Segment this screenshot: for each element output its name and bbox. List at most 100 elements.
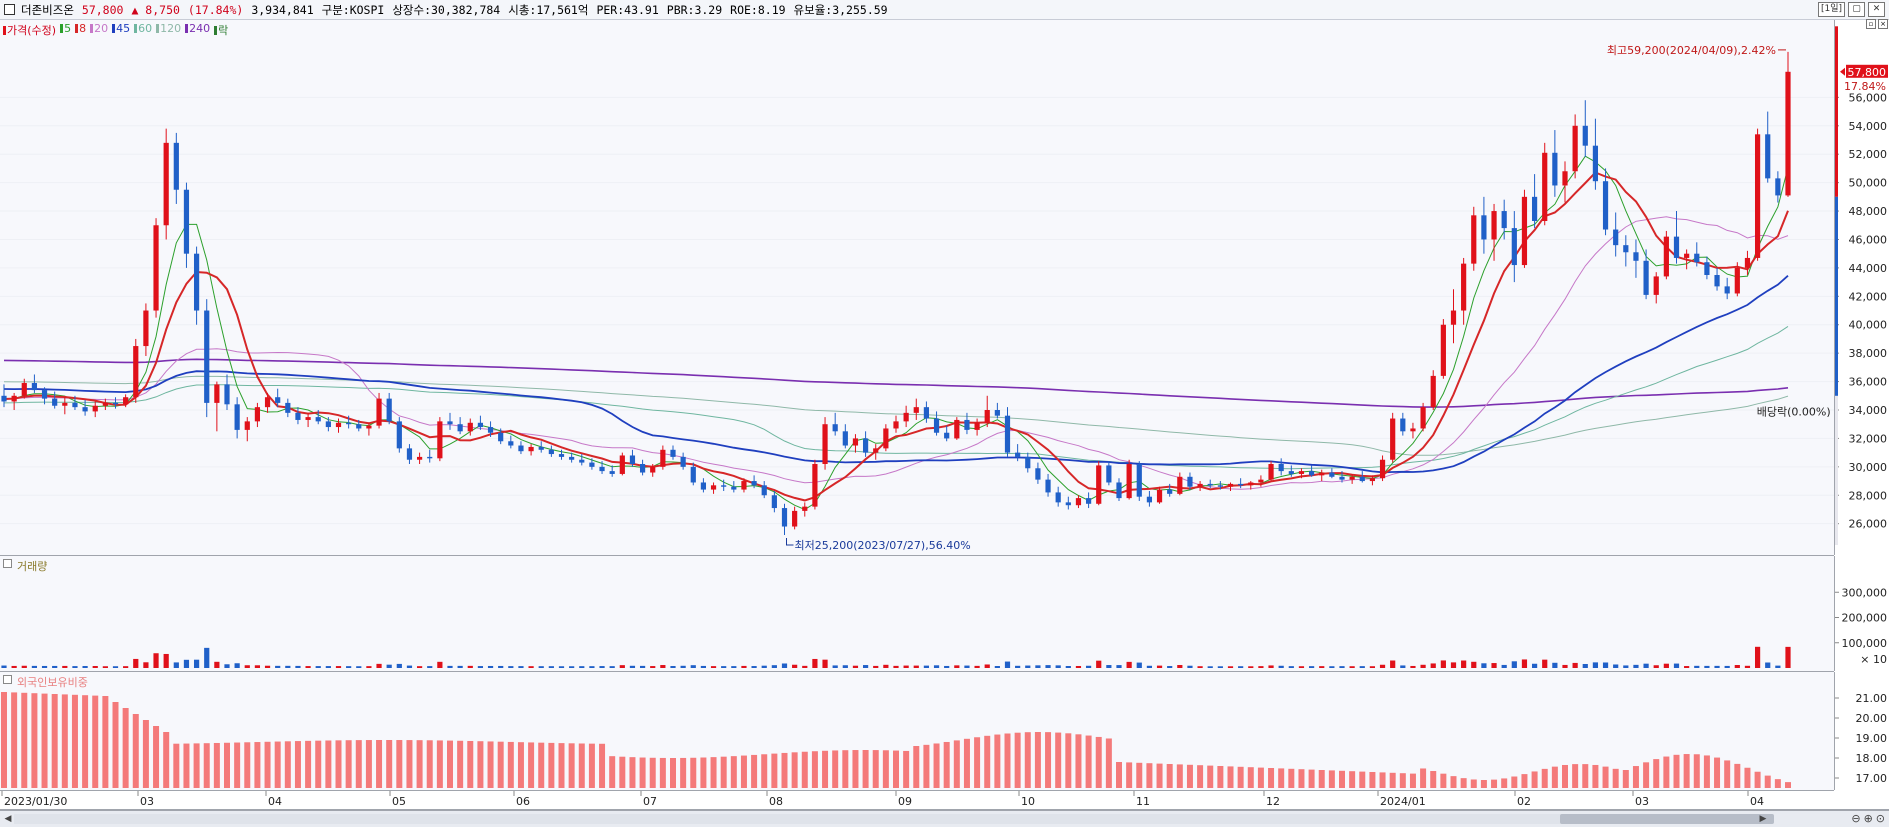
period-selector[interactable]: [1일] [1817,2,1845,17]
stock-name[interactable]: 더존비즈온 [21,2,74,18]
candle-body [1653,276,1659,295]
volume-bar [569,666,575,668]
volume-bar [295,665,301,668]
foreign-bar [1470,779,1477,788]
candle-body [1187,476,1193,487]
scroll-bar[interactable]: ◀ ▶ ⊖ ⊕ ⊙ [0,810,1889,827]
legend-ma-8[interactable]: 8 [75,22,86,38]
candle-body [396,421,402,449]
foreign-bar [365,740,372,788]
legend-ma-5[interactable]: 5 [60,22,71,38]
volume-bar [933,665,940,668]
legend-ma-20[interactable]: 20 [90,22,108,38]
foreign-bar [609,756,616,788]
foreign-bar [1592,764,1599,788]
foreign-bar [1501,778,1508,788]
foreign-bar [1389,772,1396,788]
foreign-bar [893,750,899,788]
volume-bar [1055,665,1061,668]
price-tick-label: 34,000 [1849,404,1888,417]
foreign-bar [588,743,595,788]
volume-bar [1278,665,1284,668]
foreign-bar [1014,732,1021,788]
volume-bar [325,666,331,668]
volume-bar [862,665,869,668]
scroll-thumb[interactable] [1560,814,1774,824]
volume-panel[interactable]: 거래량 [0,556,1834,672]
candle-body [964,419,970,430]
foreign-bar [811,751,818,788]
legend-ma-45[interactable]: 45 [112,22,130,38]
foreign-bar [963,738,970,788]
volume-bar [1653,665,1659,668]
foreign-bar [639,757,646,788]
scroll-track[interactable] [14,814,1769,824]
foreign-bar [1268,768,1275,788]
candle-body [295,412,301,420]
foreign-bar [1298,769,1305,788]
current-price-pointer [1840,67,1845,76]
foreign-bar [1136,762,1143,788]
candle-body [599,466,605,472]
zoom-out-icon[interactable]: ⊖ [1851,812,1860,825]
scroll-left-icon[interactable]: ◀ [2,813,14,825]
candle-body [254,407,261,422]
legend-ma-120[interactable]: 120 [156,22,181,38]
candle-body [183,189,190,254]
legend-ma-60[interactable]: 60 [134,22,152,38]
candle-body [974,422,980,430]
foreign-bar [1531,771,1538,788]
candle-body [538,446,544,450]
volume-bar [1673,663,1680,668]
candle-body [173,142,179,190]
legend-ma-락[interactable]: 락 [214,22,228,38]
foreign-bar [1754,771,1761,788]
foreign-chart[interactable] [0,672,1834,790]
price-up-range [1835,26,1838,197]
volume-bar [1308,666,1315,668]
volume-bar [1420,664,1426,668]
volume-axis-labels: 300,000 200,000 100,000 × 10 [1835,586,1888,666]
foreign-bar [761,754,768,788]
candle [954,417,960,440]
volume-chart[interactable] [0,556,1834,671]
volume-bar [781,663,788,668]
candle-body [325,421,331,428]
foreign-axis: 21.00 20.00 19.00 18.00 17.00 [1834,672,1889,790]
foreign-bar [274,741,281,788]
zoom-reset-icon[interactable]: ⊙ [1876,812,1885,825]
volume-bar [1369,666,1376,668]
volume-bar [285,665,291,668]
candle-body [842,431,848,446]
select-checkbox[interactable] [4,4,15,15]
legend-price[interactable]: 가격(수정) [3,22,56,38]
current-price: 57,800 [81,2,124,17]
legend-ma-240[interactable]: 240 [185,22,210,38]
panel-max-icon[interactable]: ▫ [1866,19,1876,29]
close-icon[interactable]: ✕ [1868,2,1885,17]
candle-body [1430,375,1436,408]
candle-body [346,422,352,425]
maximize-icon[interactable]: ▢ [1848,2,1865,17]
volume-bar [1167,666,1173,668]
candle-body [1491,211,1497,240]
price-axis: 26,000 28,000 30,000 32,000 34,000 36,000 38,0… [1834,19,1889,555]
foreign-bar [1480,779,1487,788]
volume-bar [1258,666,1264,668]
volume-bar [487,665,494,668]
zoom-in-icon[interactable]: ⊕ [1864,812,1873,825]
scroll-right-icon[interactable]: ▶ [1757,813,1769,825]
candle-body [123,397,129,405]
candle-body [1288,471,1294,474]
price-chart[interactable]: 최고59,200(2024/04/09),2.42% 최저25,200(2023/… [0,20,1834,555]
candle-body [1096,465,1102,504]
foreign-panel[interactable]: 외국인보유비중 [0,672,1834,791]
foreign-bar [680,757,687,788]
volume-bar [832,665,838,668]
candle-body [143,310,149,347]
price-panel[interactable]: 최고59,200(2024/04/09),2.42% 최저25,200(2023/… [0,20,1834,556]
volume-tick-label: 200,000 [1842,612,1888,625]
panel-close-icon[interactable]: × [1878,19,1888,29]
price-tick-label: 44,000 [1849,262,1888,275]
foreign-bar [670,757,676,788]
